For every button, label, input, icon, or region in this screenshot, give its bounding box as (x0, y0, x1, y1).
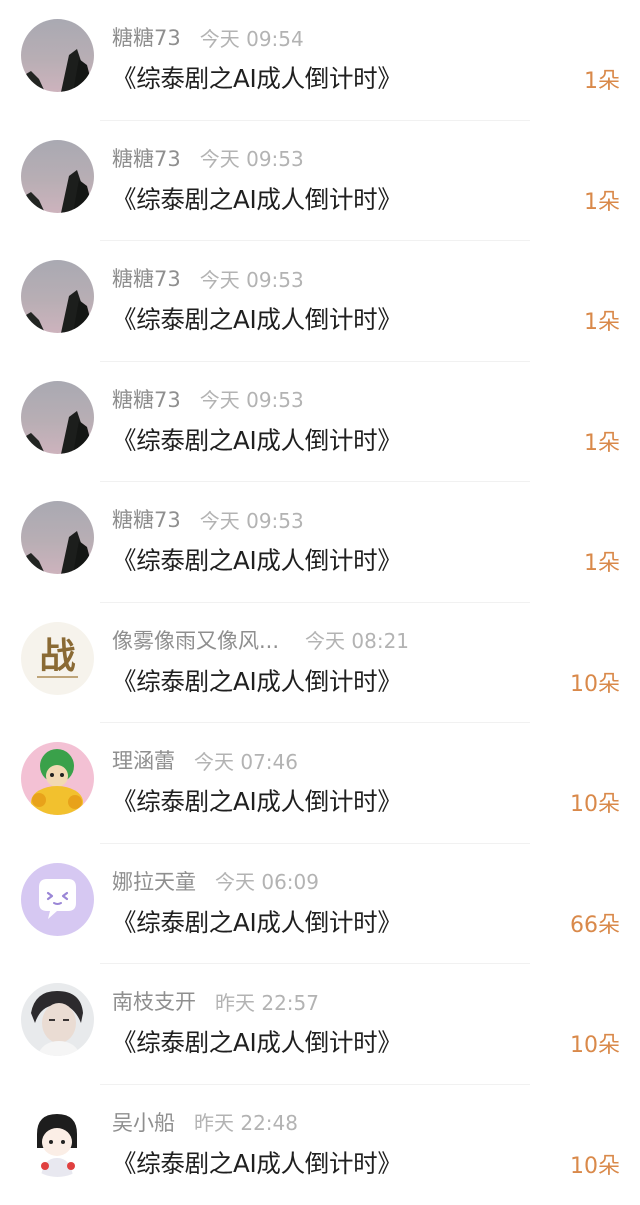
list-item[interactable]: 吴小船 昨天 22:48 《综泰剧之AI成人倒计时》 10朵 (0, 1085, 640, 1205)
avatar[interactable] (21, 381, 94, 454)
timestamp: 昨天 22:57 (215, 987, 319, 1016)
timestamp: 今天 09:54 (200, 23, 304, 52)
avatar[interactable] (21, 1104, 94, 1177)
user-name[interactable]: 南枝支开 (112, 986, 196, 1016)
list-item[interactable]: 糖糖73 今天 09:53 《综泰剧之AI成人倒计时》 1朵 (0, 482, 640, 603)
avatar[interactable] (21, 19, 94, 92)
book-title[interactable]: 《综泰剧之AI成人倒计时》 (112, 663, 402, 698)
book-title[interactable]: 《综泰剧之AI成人倒计时》 (112, 542, 402, 577)
user-name[interactable]: 像雾像雨又像风... (112, 625, 279, 655)
timestamp: 今天 09:53 (200, 384, 304, 413)
book-title[interactable]: 《综泰剧之AI成人倒计时》 (112, 783, 402, 818)
gift-count: 1朵 (584, 63, 620, 95)
book-title[interactable]: 《综泰剧之AI成人倒计时》 (112, 181, 402, 216)
avatar[interactable] (21, 501, 94, 574)
avatar-calligraphy-text: 战 (39, 635, 75, 677)
timestamp: 今天 08:21 (305, 625, 409, 654)
list-item[interactable]: 战 像雾像雨又像风... 今天 08:21 《综泰剧之AI成人倒计时》 10朵 (0, 603, 640, 724)
book-title[interactable]: 《综泰剧之AI成人倒计时》 (112, 422, 402, 457)
avatar[interactable] (21, 140, 94, 213)
gift-count: 10朵 (570, 1027, 620, 1059)
timestamp: 今天 09:53 (200, 505, 304, 534)
list-item[interactable]: 糖糖73 今天 09:53 《综泰剧之AI成人倒计时》 1朵 (0, 362, 640, 483)
list-item[interactable]: 娜拉天童 今天 06:09 《综泰剧之AI成人倒计时》 66朵 (0, 844, 640, 965)
user-name[interactable]: 理涵蕾 (112, 745, 175, 775)
book-title[interactable]: 《综泰剧之AI成人倒计时》 (112, 1024, 402, 1059)
avatar[interactable]: 战 (21, 622, 94, 695)
gift-count: 66朵 (570, 907, 620, 939)
timestamp: 今天 06:09 (215, 866, 319, 895)
list-item[interactable]: 南枝支开 昨天 22:57 《综泰剧之AI成人倒计时》 10朵 (0, 964, 640, 1085)
timestamp: 昨天 22:48 (194, 1107, 298, 1136)
gift-count: 1朵 (584, 184, 620, 216)
user-name[interactable]: 糖糖73 (112, 384, 181, 414)
avatar[interactable] (21, 983, 94, 1056)
user-name[interactable]: 糖糖73 (112, 504, 181, 534)
gift-count: 10朵 (570, 786, 620, 818)
gift-count: 10朵 (570, 666, 620, 698)
book-title[interactable]: 《综泰剧之AI成人倒计时》 (112, 301, 402, 336)
user-name[interactable]: 糖糖73 (112, 263, 181, 293)
user-name[interactable]: 糖糖73 (112, 143, 181, 173)
gift-count: 10朵 (570, 1148, 620, 1180)
avatar[interactable] (21, 260, 94, 333)
gift-count: 1朵 (584, 425, 620, 457)
timestamp: 今天 09:53 (200, 264, 304, 293)
timestamp: 今天 09:53 (200, 143, 304, 172)
user-name[interactable]: 娜拉天童 (112, 866, 196, 896)
avatar[interactable] (21, 742, 94, 815)
user-name[interactable]: 吴小船 (112, 1107, 175, 1137)
book-title[interactable]: 《综泰剧之AI成人倒计时》 (112, 904, 402, 939)
avatar[interactable] (21, 863, 94, 936)
list-item[interactable]: 糖糖73 今天 09:53 《综泰剧之AI成人倒计时》 1朵 (0, 241, 640, 362)
timestamp: 今天 07:46 (194, 746, 298, 775)
list-item[interactable]: 糖糖73 今天 09:53 《综泰剧之AI成人倒计时》 1朵 (0, 121, 640, 242)
gift-count: 1朵 (584, 545, 620, 577)
book-title[interactable]: 《综泰剧之AI成人倒计时》 (112, 1145, 402, 1180)
book-title[interactable]: 《综泰剧之AI成人倒计时》 (112, 60, 402, 95)
list-item[interactable]: 糖糖73 今天 09:54 《综泰剧之AI成人倒计时》 1朵 (0, 0, 640, 121)
list-item[interactable]: 理涵蕾 今天 07:46 《综泰剧之AI成人倒计时》 10朵 (0, 723, 640, 844)
gift-record-list: 糖糖73 今天 09:54 《综泰剧之AI成人倒计时》 1朵 (0, 0, 640, 1205)
user-name[interactable]: 糖糖73 (112, 22, 181, 52)
gift-count: 1朵 (584, 304, 620, 336)
